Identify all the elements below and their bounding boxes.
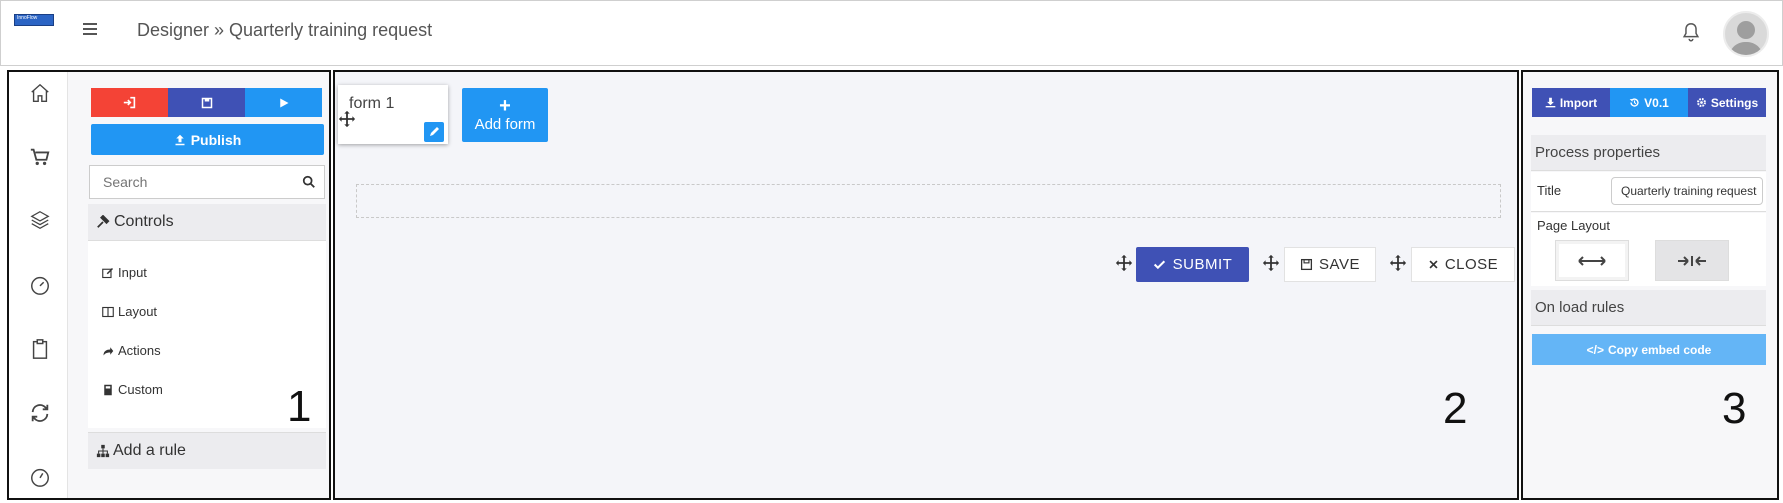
compress-horizontal-icon — [1678, 255, 1706, 266]
settings-label: Settings — [1710, 95, 1759, 110]
control-item-actions[interactable]: Actions — [102, 343, 161, 358]
close-label: CLOSE — [1444, 256, 1499, 273]
code-icon: </> — [1586, 342, 1604, 357]
clipboard-icon[interactable] — [29, 338, 51, 360]
sitemap-icon — [96, 444, 110, 458]
move-save-icon[interactable] — [1262, 254, 1280, 272]
save-label: SAVE — [1319, 256, 1360, 273]
gauge-icon[interactable] — [29, 466, 51, 488]
publish-button[interactable]: Publish — [91, 124, 324, 155]
edit-form-button[interactable] — [424, 122, 444, 142]
save-toolbar-button[interactable] — [168, 88, 245, 117]
version-button[interactable]: V0.1 — [1610, 88, 1688, 117]
add-form-label: Add form — [474, 116, 536, 133]
floppy-icon — [201, 97, 212, 108]
panel-number-1: 1 — [287, 382, 312, 431]
version-label: V0.1 — [1644, 95, 1669, 110]
add-rule-button[interactable]: Add a rule — [88, 432, 326, 469]
refresh-icon[interactable] — [29, 402, 51, 424]
add-form-button[interactable]: + Add form — [462, 88, 548, 142]
copy-embed-label: Copy embed code — [1608, 342, 1712, 357]
process-properties-label: Process properties — [1535, 144, 1661, 161]
share-icon — [103, 346, 114, 355]
right-toolbar: Import V0.1 Settings — [1532, 88, 1766, 117]
breadcrumb: Designer » Quarterly training request — [137, 20, 433, 40]
process-properties-header[interactable]: Process properties — [1531, 135, 1766, 171]
cart-icon[interactable] — [29, 146, 51, 168]
menu-toggle-icon[interactable] — [83, 23, 97, 35]
on-load-rules-header[interactable]: On load rules — [1531, 290, 1766, 326]
floppy-icon — [1301, 258, 1313, 271]
add-rule-label: Add a rule — [113, 442, 186, 459]
title-property-row: Title — [1531, 172, 1766, 212]
search-input[interactable] — [103, 174, 293, 190]
move-submit-icon[interactable] — [1115, 254, 1133, 272]
dashboard-icon[interactable] — [29, 274, 51, 296]
icon-rail — [9, 72, 68, 498]
user-avatar[interactable] — [1723, 11, 1769, 57]
columns-icon — [102, 306, 114, 317]
upload-icon — [175, 134, 185, 145]
sign-in-icon — [123, 96, 136, 109]
check-icon — [1153, 260, 1165, 270]
controls-section-header[interactable]: Controls — [88, 204, 326, 241]
form-drop-zone[interactable] — [356, 184, 1501, 218]
on-load-rules-label: On load rules — [1535, 299, 1625, 316]
settings-button[interactable]: Settings — [1688, 88, 1766, 117]
plus-icon: + — [499, 95, 511, 117]
download-icon — [1545, 97, 1556, 108]
user-avatar-icon — [1728, 21, 1764, 55]
control-item-custom[interactable]: Custom — [102, 382, 163, 397]
control-item-label: Custom — [118, 382, 163, 397]
layers-icon[interactable] — [29, 209, 51, 231]
submit-button[interactable]: SUBMIT — [1136, 247, 1249, 282]
calculator-icon — [104, 384, 112, 395]
close-button[interactable]: CLOSE — [1411, 247, 1515, 282]
gear-icon — [1696, 98, 1706, 107]
layout-centered-option[interactable] — [1655, 240, 1729, 281]
move-icon[interactable] — [338, 110, 356, 128]
controls-search — [89, 165, 325, 199]
submit-label: SUBMIT — [1172, 256, 1233, 273]
title-input[interactable] — [1611, 177, 1763, 205]
import-label: Import — [1559, 95, 1598, 110]
expand-horizontal-icon — [1578, 255, 1606, 266]
history-icon — [1629, 98, 1639, 107]
exit-button[interactable] — [91, 88, 168, 117]
control-item-label: Actions — [118, 343, 161, 358]
designer-toolbar — [91, 88, 322, 117]
panel-number-3: 3 — [1722, 384, 1747, 433]
copy-embed-code-button[interactable]: </> Copy embed code — [1532, 334, 1766, 365]
publish-label: Publish — [190, 131, 242, 148]
save-button[interactable]: SAVE — [1284, 247, 1376, 282]
play-icon — [279, 98, 288, 107]
app-logo[interactable]: InnoFlow — [14, 14, 54, 26]
page-layout-row: Page Layout — [1531, 213, 1766, 286]
top-header: InnoFlow Designer » Quarterly training r… — [0, 0, 1783, 66]
control-item-label: Input — [118, 265, 147, 280]
logo-text: InnoFlow — [17, 15, 38, 21]
panel-number-2: 2 — [1443, 384, 1468, 433]
controls-label: Controls — [114, 213, 174, 230]
import-button[interactable]: Import — [1532, 88, 1610, 117]
control-item-layout[interactable]: Layout — [102, 304, 157, 319]
control-item-input[interactable]: Input — [102, 265, 147, 280]
move-close-icon[interactable] — [1389, 254, 1407, 272]
pencil-icon — [430, 127, 439, 136]
layout-full-width-option[interactable] — [1555, 240, 1629, 281]
close-icon — [1429, 260, 1438, 269]
run-button[interactable] — [245, 88, 322, 117]
title-label: Title — [1537, 183, 1562, 198]
control-item-label: Layout — [118, 304, 158, 319]
search-icon[interactable] — [302, 175, 316, 189]
edit-icon — [102, 267, 114, 278]
notification-bell-icon[interactable] — [1680, 20, 1702, 44]
home-icon[interactable] — [29, 82, 51, 104]
gavel-icon — [97, 215, 110, 228]
page-layout-label: Page Layout — [1537, 218, 1611, 233]
